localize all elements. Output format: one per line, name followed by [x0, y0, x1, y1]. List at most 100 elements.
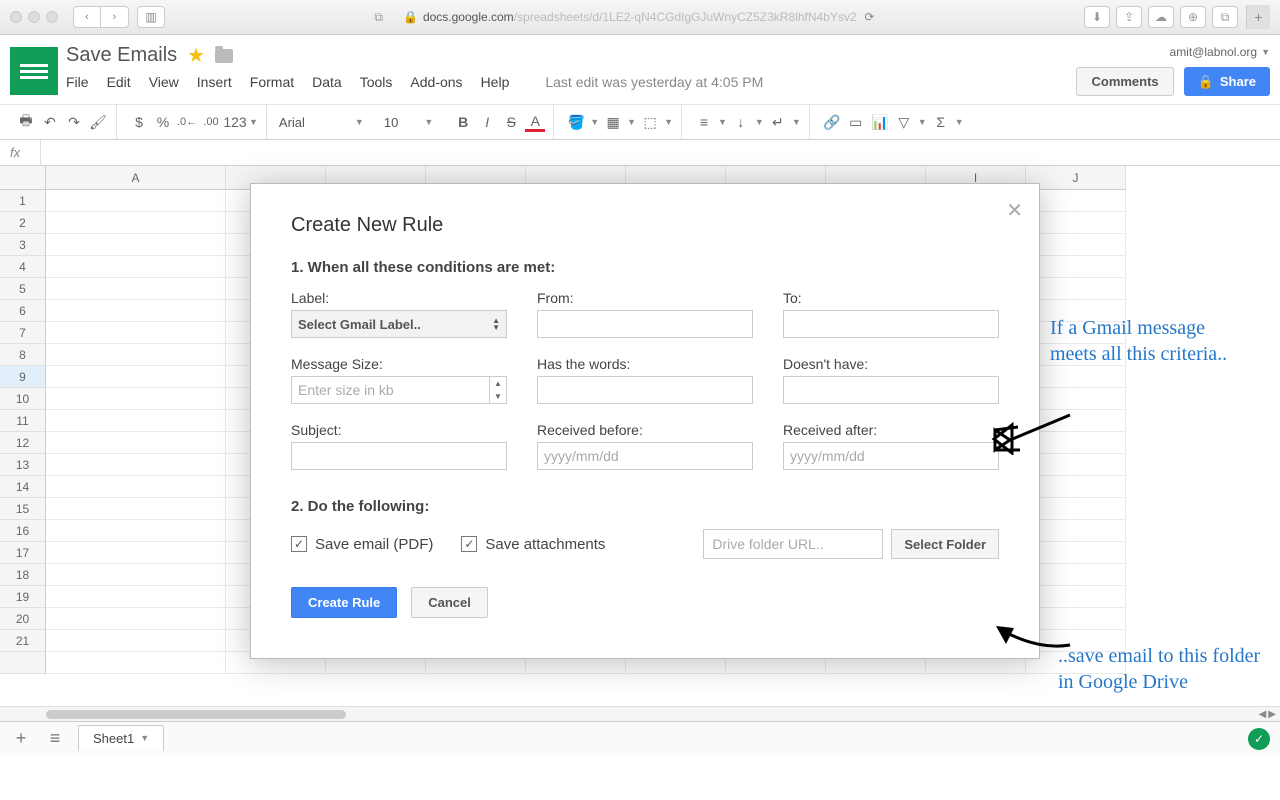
- dec-less-icon[interactable]: .0←: [177, 112, 197, 132]
- row-header[interactable]: 7: [0, 322, 46, 344]
- menu-data[interactable]: Data: [312, 74, 342, 90]
- doesnt-have-input[interactable]: [783, 376, 999, 404]
- merge-icon[interactable]: ⬚: [640, 112, 660, 132]
- currency-icon[interactable]: $: [129, 112, 149, 132]
- menu-addons[interactable]: Add-ons: [410, 74, 462, 90]
- drive-folder-input[interactable]: [703, 529, 883, 559]
- textcolor-icon[interactable]: A: [525, 112, 545, 132]
- row-header[interactable]: 5: [0, 278, 46, 300]
- row-header[interactable]: 14: [0, 476, 46, 498]
- create-rule-button[interactable]: Create Rule: [291, 587, 397, 618]
- format-123[interactable]: 123: [225, 112, 245, 132]
- select-folder-button[interactable]: Select Folder: [891, 529, 999, 559]
- row-header[interactable]: 3: [0, 234, 46, 256]
- newtab-icon[interactable]: ⊕: [1180, 6, 1206, 28]
- sheet-tab-1[interactable]: Sheet1▼: [78, 725, 164, 751]
- row-header[interactable]: 11: [0, 410, 46, 432]
- tabs-icon[interactable]: ⧉: [1212, 6, 1238, 28]
- menu-format[interactable]: Format: [250, 74, 294, 90]
- filter-icon[interactable]: ▽: [894, 112, 914, 132]
- col-header[interactable]: A: [46, 166, 226, 190]
- received-before-input[interactable]: [537, 442, 753, 470]
- gmail-label-select[interactable]: Select Gmail Label..▲▼: [291, 310, 507, 338]
- folder-icon[interactable]: [215, 49, 233, 63]
- menu-help[interactable]: Help: [481, 74, 510, 90]
- row-header[interactable]: 18: [0, 564, 46, 586]
- row-header[interactable]: 17: [0, 542, 46, 564]
- row-header[interactable]: 10: [0, 388, 46, 410]
- wrap-icon[interactable]: ↵: [768, 112, 788, 132]
- all-sheets-button[interactable]: ≡: [44, 728, 66, 749]
- share-icon[interactable]: ⇪: [1116, 6, 1142, 28]
- row-header[interactable]: 16: [0, 520, 46, 542]
- save-pdf-checkbox[interactable]: ✓Save email (PDF): [291, 536, 433, 553]
- subject-input[interactable]: [291, 442, 507, 470]
- font-select[interactable]: Arial: [279, 115, 349, 130]
- download-icon[interactable]: ⬇: [1084, 6, 1110, 28]
- italic-icon[interactable]: I: [477, 112, 497, 132]
- functions-icon[interactable]: Σ: [931, 112, 951, 132]
- comments-button[interactable]: Comments: [1076, 67, 1173, 96]
- sidebar-toggle[interactable]: ▥: [137, 6, 165, 28]
- halign-icon[interactable]: ≡: [694, 112, 714, 132]
- size-stepper[interactable]: ▲▼: [489, 376, 507, 404]
- cancel-button[interactable]: Cancel: [411, 587, 488, 618]
- close-icon[interactable]: ✕: [1006, 198, 1023, 223]
- account-label[interactable]: amit@labnol.org▼: [1170, 45, 1270, 59]
- dec-more-icon[interactable]: .00: [201, 112, 221, 132]
- row-header[interactable]: 1: [0, 190, 46, 212]
- doc-title[interactable]: Save Emails: [66, 44, 177, 67]
- font-size[interactable]: 10: [384, 115, 398, 130]
- redo-icon[interactable]: ↷: [64, 112, 84, 132]
- app-header: Save Emails ★ File Edit View Insert Form…: [0, 35, 1280, 96]
- comment-icon[interactable]: ▭: [846, 112, 866, 132]
- print-icon[interactable]: 🖶: [16, 112, 36, 132]
- row-header[interactable]: [0, 652, 46, 674]
- share-button[interactable]: 🔒Share: [1184, 67, 1270, 96]
- row-header[interactable]: 13: [0, 454, 46, 476]
- undo-icon[interactable]: ↶: [40, 112, 60, 132]
- horizontal-scrollbar[interactable]: ◀▶: [0, 706, 1280, 721]
- row-header[interactable]: 20: [0, 608, 46, 630]
- row-header[interactable]: 19: [0, 586, 46, 608]
- new-tab-button[interactable]: +: [1246, 5, 1270, 29]
- reload-icon[interactable]: ⟳: [865, 10, 875, 24]
- menu-tools[interactable]: Tools: [360, 74, 393, 90]
- to-input[interactable]: [783, 310, 999, 338]
- valign-icon[interactable]: ↓: [731, 112, 751, 132]
- row-header[interactable]: 4: [0, 256, 46, 278]
- formula-bar[interactable]: fx: [0, 140, 1280, 166]
- star-icon[interactable]: ★: [187, 43, 205, 68]
- row-header[interactable]: 15: [0, 498, 46, 520]
- chart-icon[interactable]: 📊: [870, 112, 890, 132]
- row-header[interactable]: 9: [0, 366, 46, 388]
- menu-file[interactable]: File: [66, 74, 89, 90]
- select-all-corner[interactable]: [0, 166, 46, 190]
- has-words-input[interactable]: [537, 376, 753, 404]
- menu-edit[interactable]: Edit: [107, 74, 131, 90]
- borders-icon[interactable]: ▦: [603, 112, 623, 132]
- row-header[interactable]: 8: [0, 344, 46, 366]
- row-header[interactable]: 21: [0, 630, 46, 652]
- received-after-input[interactable]: [783, 442, 999, 470]
- row-header[interactable]: 12: [0, 432, 46, 454]
- strike-icon[interactable]: S: [501, 112, 521, 132]
- menu-view[interactable]: View: [149, 74, 179, 90]
- row-header[interactable]: 6: [0, 300, 46, 322]
- percent-icon[interactable]: %: [153, 112, 173, 132]
- bold-icon[interactable]: B: [453, 112, 473, 132]
- save-attachments-checkbox[interactable]: ✓Save attachments: [461, 536, 605, 553]
- forward-button[interactable]: ›: [101, 6, 129, 28]
- cloud-icon[interactable]: ☁: [1148, 6, 1174, 28]
- menu-insert[interactable]: Insert: [197, 74, 232, 90]
- paint-icon[interactable]: 🖌: [88, 112, 108, 132]
- col-header[interactable]: J: [1026, 166, 1126, 190]
- message-size-input[interactable]: [291, 376, 489, 404]
- back-button[interactable]: ‹: [73, 6, 101, 28]
- add-sheet-button[interactable]: +: [10, 728, 32, 749]
- fill-icon[interactable]: 🪣: [566, 112, 586, 132]
- from-input[interactable]: [537, 310, 753, 338]
- row-header[interactable]: 2: [0, 212, 46, 234]
- address-bar[interactable]: ⧉ 🔒 docs.google.com/spreadsheets/d/1LE2-…: [165, 10, 1084, 25]
- link-icon[interactable]: 🔗: [822, 112, 842, 132]
